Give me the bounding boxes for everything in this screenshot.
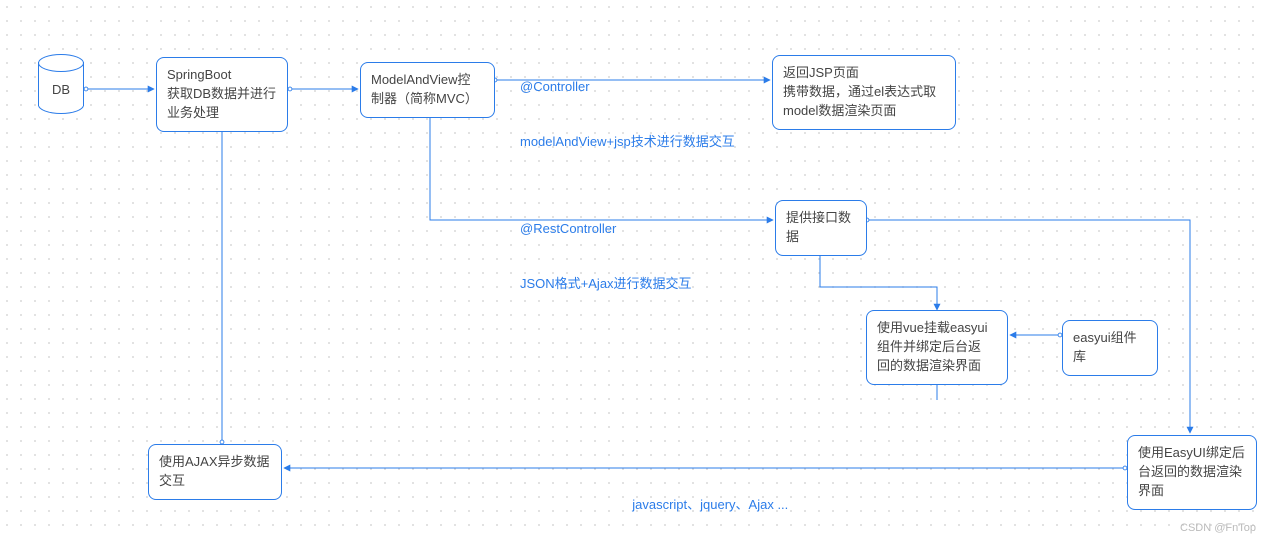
text: 返回JSP页面: [783, 64, 945, 83]
text: 提供接口数据: [786, 209, 856, 247]
node-springboot: SpringBoot 获取DB数据并进行 业务处理: [156, 57, 288, 132]
text: 使用vue挂载easyui: [877, 319, 997, 338]
node-db-label: DB: [52, 82, 70, 97]
text: ModelAndView控: [371, 71, 484, 90]
node-easyui-lib: easyui组件库: [1062, 320, 1158, 376]
text: 台返回的数据渲染: [1138, 463, 1246, 482]
text: 使用AJAX异步数据: [159, 453, 271, 472]
text: @RestController: [520, 220, 692, 238]
node-api: 提供接口数据: [775, 200, 867, 256]
text: JSON格式+Ajax进行数据交互: [520, 275, 692, 293]
text: modelAndView+jsp技术进行数据交互: [520, 133, 735, 151]
text: 交互: [159, 472, 271, 491]
node-ajax: 使用AJAX异步数据 交互: [148, 444, 282, 500]
text: 携带数据，通过el表达式取: [783, 83, 945, 102]
text: model数据渲染页面: [783, 102, 945, 121]
text: @Controller: [520, 78, 735, 96]
text: 界面: [1138, 482, 1246, 501]
text: 制器（简称MVC）: [371, 90, 484, 109]
edge-label-js: javascript、jquery、Ajax ...: [625, 478, 788, 514]
node-vue: 使用vue挂载easyui 组件并绑定后台返 回的数据渲染界面: [866, 310, 1008, 385]
edge-label-controller: @Controller modelAndView+jsp技术进行数据交互: [520, 42, 735, 169]
node-easyui-bind: 使用EasyUI绑定后 台返回的数据渲染 界面: [1127, 435, 1257, 510]
text: javascript、jquery、Ajax ...: [632, 497, 788, 512]
node-mvc: ModelAndView控 制器（简称MVC）: [360, 62, 495, 118]
text: 组件并绑定后台返: [877, 338, 997, 357]
text: easyui组件库: [1073, 329, 1147, 367]
watermark: CSDN @FnTop: [1180, 522, 1256, 534]
text: 业务处理: [167, 104, 277, 123]
text: 回的数据渲染界面: [877, 357, 997, 376]
edge-label-rest: @RestController JSON格式+Ajax进行数据交互: [520, 184, 692, 311]
text: 获取DB数据并进行: [167, 85, 277, 104]
text: 使用EasyUI绑定后: [1138, 444, 1246, 463]
text: SpringBoot: [167, 66, 277, 85]
node-jsp: 返回JSP页面 携带数据，通过el表达式取 model数据渲染页面: [772, 55, 956, 130]
